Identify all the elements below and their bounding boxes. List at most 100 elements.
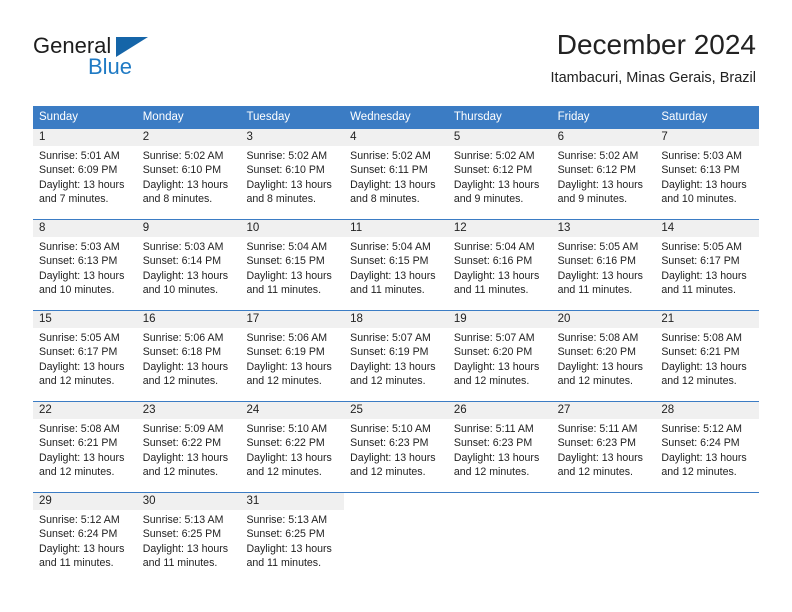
sunset-text: Sunset: 6:22 PM [246, 437, 325, 450]
day-detail-lines: Sunrise: 5:02 AM Sunset: 6:12 PM Daylight:… [448, 146, 552, 219]
daylight-text: and 12 minutes. [453, 375, 530, 388]
daylight-text: and 10 minutes. [39, 284, 115, 297]
day-cell[interactable]: 1 Sunrise: 5:01 AM Sunset: 6:09 PM Daylight… [33, 129, 137, 219]
day-detail-lines: Sunrise: 5:12 AM Sunset: 6:24 PM Daylight:… [33, 510, 137, 580]
daylight-text: Daylight: 13 hours [142, 360, 229, 373]
daylight-text: and 10 minutes. [661, 193, 737, 206]
day-cell[interactable]: 14 Sunrise: 5:05 AM Sunset: 6:17 PM Dayligh… [655, 220, 760, 310]
sunset-text: Sunset: 6:19 PM [246, 346, 325, 359]
day-detail-lines: Sunrise: 5:06 AM Sunset: 6:19 PM Daylight:… [240, 328, 344, 401]
day-cell[interactable]: 27 Sunrise: 5:11 AM Sunset: 6:23 PM Dayligh… [551, 402, 656, 492]
sunset-text: Sunset: 6:21 PM [39, 437, 118, 450]
day-cell[interactable]: 21 Sunrise: 5:08 AM Sunset: 6:21 PM Dayligh… [655, 311, 760, 401]
sunset-text: Sunset: 6:14 PM [142, 255, 222, 268]
day-number: 16 [136, 311, 241, 328]
day-cell[interactable]: 3 Sunrise: 5:02 AM Sunset: 6:10 PM Daylight… [240, 129, 345, 219]
day-cell[interactable]: 28 Sunrise: 5:12 AM Sunset: 6:24 PM Dayligh… [655, 402, 760, 492]
daylight-text: and 12 minutes. [661, 466, 737, 479]
day-cell[interactable]: 26 Sunrise: 5:11 AM Sunset: 6:23 PM Dayligh… [447, 402, 552, 492]
daylight-text: Daylight: 13 hours [246, 178, 332, 191]
day-cell-empty [551, 493, 656, 580]
day-cell[interactable]: 12 Sunrise: 5:04 AM Sunset: 6:16 PM Dayligh… [447, 220, 552, 310]
logo-text-blue: Blue [88, 54, 133, 79]
day-number: 17 [240, 311, 345, 328]
sunrise-text: Sunrise: 5:02 AM [557, 150, 639, 162]
daylight-text: and 12 minutes. [661, 375, 737, 388]
day-cell[interactable]: 18 Sunrise: 5:07 AM Sunset: 6:19 PM Dayligh… [344, 311, 448, 401]
daylight-text: Daylight: 13 hours [661, 451, 747, 464]
day-cell[interactable]: 29 Sunrise: 5:12 AM Sunset: 6:24 PM Dayligh… [33, 493, 137, 580]
calendar-grid: Sunday Monday Tuesday Wednesday Thursday… [33, 106, 760, 580]
day-number: 30 [136, 493, 241, 510]
daylight-text: Daylight: 13 hours [246, 542, 332, 555]
day-detail-lines [344, 510, 448, 580]
day-number [655, 493, 760, 510]
day-cell[interactable]: 25 Sunrise: 5:10 AM Sunset: 6:23 PM Dayligh… [344, 402, 448, 492]
day-cell[interactable]: 10 Sunrise: 5:04 AM Sunset: 6:15 PM Dayligh… [240, 220, 345, 310]
sunrise-text: Sunrise: 5:12 AM [39, 514, 120, 526]
general-blue-logo[interactable]: General Blue [33, 33, 213, 83]
day-cell[interactable]: 20 Sunrise: 5:08 AM Sunset: 6:20 PM Dayligh… [551, 311, 656, 401]
day-detail-lines: Sunrise: 5:04 AM Sunset: 6:16 PM Daylight:… [448, 237, 552, 310]
daylight-text: and 12 minutes. [142, 375, 219, 388]
daylight-text: Daylight: 13 hours [661, 269, 747, 282]
day-detail-lines: Sunrise: 5:12 AM Sunset: 6:24 PM Daylight:… [655, 419, 759, 492]
day-cell[interactable]: 2 Sunrise: 5:02 AM Sunset: 6:10 PM Daylight… [136, 129, 241, 219]
day-number [551, 493, 656, 510]
sunrise-text: Sunrise: 5:03 AM [39, 241, 120, 253]
day-number: 1 [33, 129, 137, 146]
sunset-text: Sunset: 6:22 PM [142, 437, 222, 450]
day-detail-lines: Sunrise: 5:01 AM Sunset: 6:09 PM Daylight:… [33, 146, 137, 219]
day-detail-lines: Sunrise: 5:03 AM Sunset: 6:13 PM Daylight:… [655, 146, 759, 219]
sunrise-text: Sunrise: 5:02 AM [350, 150, 431, 162]
sunset-text: Sunset: 6:17 PM [39, 346, 118, 359]
day-cell[interactable]: 16 Sunrise: 5:06 AM Sunset: 6:18 PM Dayligh… [136, 311, 241, 401]
day-cell[interactable]: 24 Sunrise: 5:10 AM Sunset: 6:22 PM Dayligh… [240, 402, 345, 492]
day-cell[interactable]: 5 Sunrise: 5:02 AM Sunset: 6:12 PM Daylight… [447, 129, 552, 219]
day-number: 8 [33, 220, 137, 237]
sunrise-text: Sunrise: 5:01 AM [39, 150, 120, 162]
sunrise-text: Sunrise: 5:02 AM [246, 150, 328, 162]
sunrise-text: Sunrise: 5:05 AM [557, 241, 639, 253]
day-cell[interactable]: 23 Sunrise: 5:09 AM Sunset: 6:22 PM Dayligh… [136, 402, 241, 492]
day-cell[interactable]: 15 Sunrise: 5:05 AM Sunset: 6:17 PM Dayligh… [33, 311, 137, 401]
day-number: 19 [447, 311, 552, 328]
calendar-week-row: 1 Sunrise: 5:01 AM Sunset: 6:09 PM Daylight… [33, 129, 760, 219]
daylight-text: and 11 minutes. [142, 557, 218, 570]
sunset-text: Sunset: 6:16 PM [453, 255, 533, 268]
day-cell[interactable]: 17 Sunrise: 5:06 AM Sunset: 6:19 PM Dayligh… [240, 311, 345, 401]
day-detail-lines [448, 510, 552, 580]
day-cell[interactable]: 31 Sunrise: 5:13 AM Sunset: 6:25 PM Dayligh… [240, 493, 345, 580]
sunrise-text: Sunrise: 5:07 AM [350, 332, 431, 344]
day-cell[interactable]: 4 Sunrise: 5:02 AM Sunset: 6:11 PM Daylight… [344, 129, 448, 219]
daylight-text: Daylight: 13 hours [661, 178, 747, 191]
sunrise-text: Sunrise: 5:11 AM [453, 423, 534, 435]
day-detail-lines: Sunrise: 5:05 AM Sunset: 6:17 PM Daylight:… [33, 328, 137, 401]
day-cell[interactable]: 13 Sunrise: 5:05 AM Sunset: 6:16 PM Dayligh… [551, 220, 656, 310]
day-cell[interactable]: 22 Sunrise: 5:08 AM Sunset: 6:21 PM Dayligh… [33, 402, 137, 492]
sunrise-text: Sunrise: 5:10 AM [246, 423, 328, 435]
day-cell[interactable]: 11 Sunrise: 5:04 AM Sunset: 6:15 PM Dayligh… [344, 220, 448, 310]
day-detail-lines: Sunrise: 5:10 AM Sunset: 6:23 PM Daylight:… [344, 419, 448, 492]
sunset-text: Sunset: 6:25 PM [246, 528, 325, 541]
day-detail-lines: Sunrise: 5:03 AM Sunset: 6:13 PM Daylight:… [33, 237, 137, 310]
day-cell[interactable]: 8 Sunrise: 5:03 AM Sunset: 6:13 PM Daylight… [33, 220, 137, 310]
daylight-text: and 11 minutes. [246, 557, 322, 570]
day-cell[interactable]: 30 Sunrise: 5:13 AM Sunset: 6:25 PM Dayligh… [136, 493, 241, 580]
day-detail-lines: Sunrise: 5:06 AM Sunset: 6:18 PM Daylight:… [137, 328, 241, 401]
day-cell[interactable]: 19 Sunrise: 5:07 AM Sunset: 6:20 PM Dayligh… [447, 311, 552, 401]
day-number: 10 [240, 220, 345, 237]
day-number: 14 [655, 220, 760, 237]
weekday-header-sunday: Sunday [39, 111, 79, 123]
daylight-text: Daylight: 13 hours [142, 451, 229, 464]
sunrise-text: Sunrise: 5:03 AM [142, 241, 224, 253]
day-number: 25 [344, 402, 448, 419]
sunrise-text: Sunrise: 5:09 AM [142, 423, 224, 435]
page-header: General Blue December 2024 Itambacuri, M… [0, 0, 792, 100]
sunrise-text: Sunrise: 5:03 AM [661, 150, 742, 162]
daylight-text: Daylight: 13 hours [350, 178, 436, 191]
day-cell[interactable]: 6 Sunrise: 5:02 AM Sunset: 6:12 PM Daylight… [551, 129, 656, 219]
day-cell[interactable]: 9 Sunrise: 5:03 AM Sunset: 6:14 PM Daylight… [136, 220, 241, 310]
day-cell[interactable]: 7 Sunrise: 5:03 AM Sunset: 6:13 PM Daylight… [655, 129, 760, 219]
sunset-text: Sunset: 6:17 PM [661, 255, 740, 268]
